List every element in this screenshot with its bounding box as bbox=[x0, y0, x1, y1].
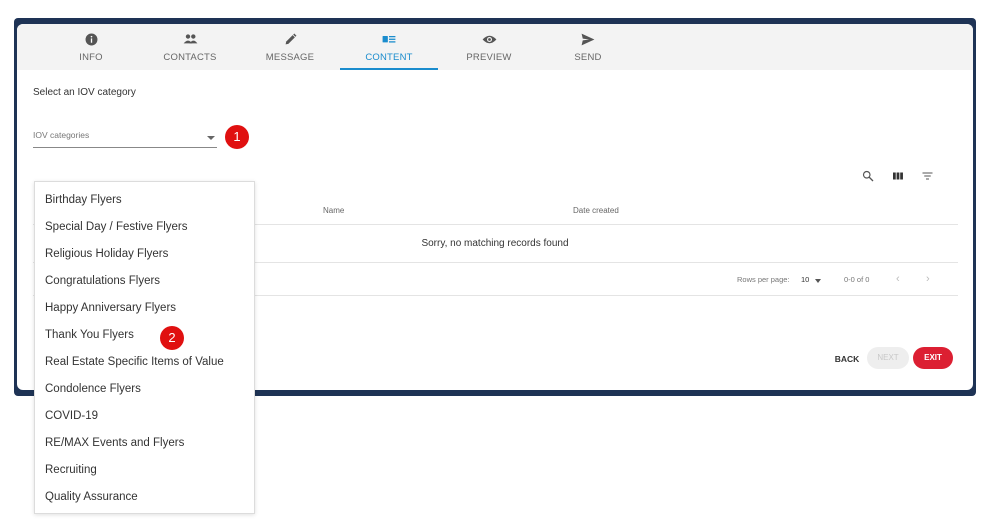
pencil-icon bbox=[241, 31, 339, 47]
tab-label: SEND bbox=[574, 52, 602, 63]
chevron-left-icon[interactable]: ‹ bbox=[896, 273, 900, 285]
rows-per-page-select[interactable]: 10 bbox=[801, 275, 809, 284]
select-placeholder: IOV categories bbox=[33, 130, 90, 140]
back-button[interactable]: BACK bbox=[829, 348, 865, 370]
dropdown-option-religious-holiday-flyers[interactable]: Religious Holiday Flyers bbox=[45, 248, 168, 260]
dropdown-option-special-day-festive-flyers[interactable]: Special Day / Festive Flyers bbox=[45, 221, 188, 233]
caret-down-icon[interactable] bbox=[815, 279, 821, 283]
column-header-date-created[interactable]: Date created bbox=[573, 206, 619, 215]
caret-down-icon bbox=[207, 136, 215, 140]
tab-message[interactable]: MESSAGE bbox=[241, 24, 339, 70]
iov-category-select[interactable]: IOV categories bbox=[33, 128, 217, 148]
chevron-right-icon[interactable]: › bbox=[926, 273, 930, 285]
tab-label: PREVIEW bbox=[466, 52, 512, 63]
category-prompt: Select an IOV category bbox=[33, 87, 136, 98]
info-icon bbox=[42, 31, 140, 47]
annotation-badge-2: 2 bbox=[160, 326, 184, 350]
dropdown-option-covid-19[interactable]: COVID-19 bbox=[45, 410, 98, 422]
tab-info[interactable]: INFO bbox=[42, 24, 140, 70]
tab-content[interactable]: CONTENT bbox=[340, 24, 438, 70]
empty-table-message: Sorry, no matching records found bbox=[421, 238, 569, 249]
tab-label: MESSAGE bbox=[265, 52, 315, 63]
dropdown-option-quality-assurance[interactable]: Quality Assurance bbox=[45, 491, 138, 503]
dropdown-option-remax-events-and-flyers[interactable]: RE/MAX Events and Flyers bbox=[45, 437, 184, 449]
view-columns-icon[interactable] bbox=[892, 169, 908, 185]
dropdown-option-condolence-flyers[interactable]: Condolence Flyers bbox=[45, 383, 141, 395]
tab-label: INFO bbox=[79, 52, 103, 63]
tab-preview[interactable]: PREVIEW bbox=[440, 24, 538, 70]
tab-label: CONTENT bbox=[365, 52, 413, 63]
contacts-icon bbox=[141, 31, 239, 47]
eye-icon bbox=[440, 31, 538, 47]
next-button: NEXT bbox=[867, 347, 909, 369]
dropdown-option-congratulations-flyers[interactable]: Congratulations Flyers bbox=[45, 275, 160, 287]
tab-send[interactable]: SEND bbox=[539, 24, 637, 70]
content-icon bbox=[340, 31, 438, 47]
step-tabs: INFO CONTACTS MESSAGE CONTENT PREVIEW SE… bbox=[17, 24, 973, 70]
annotation-badge-1: 1 bbox=[225, 125, 249, 149]
search-icon[interactable] bbox=[862, 169, 878, 185]
dropdown-option-thank-you-flyers[interactable]: Thank You Flyers bbox=[45, 329, 134, 341]
iov-category-dropdown: Birthday Flyers Special Day / Festive Fl… bbox=[34, 181, 255, 514]
pagination-range: 0-0 of 0 bbox=[844, 275, 870, 284]
dropdown-option-real-estate-items-of-value[interactable]: Real Estate Specific Items of Value bbox=[45, 356, 224, 368]
rows-per-page-label: Rows per page: bbox=[737, 275, 790, 284]
column-header-name[interactable]: Name bbox=[323, 206, 344, 215]
filter-icon[interactable] bbox=[921, 169, 937, 185]
exit-button[interactable]: EXIT bbox=[913, 347, 953, 369]
send-icon bbox=[539, 31, 637, 47]
dropdown-option-recruiting[interactable]: Recruiting bbox=[45, 464, 97, 476]
dropdown-option-happy-anniversary-flyers[interactable]: Happy Anniversary Flyers bbox=[45, 302, 176, 314]
tab-label: CONTACTS bbox=[163, 52, 217, 63]
dropdown-option-birthday-flyers[interactable]: Birthday Flyers bbox=[45, 194, 122, 206]
tab-contacts[interactable]: CONTACTS bbox=[141, 24, 239, 70]
